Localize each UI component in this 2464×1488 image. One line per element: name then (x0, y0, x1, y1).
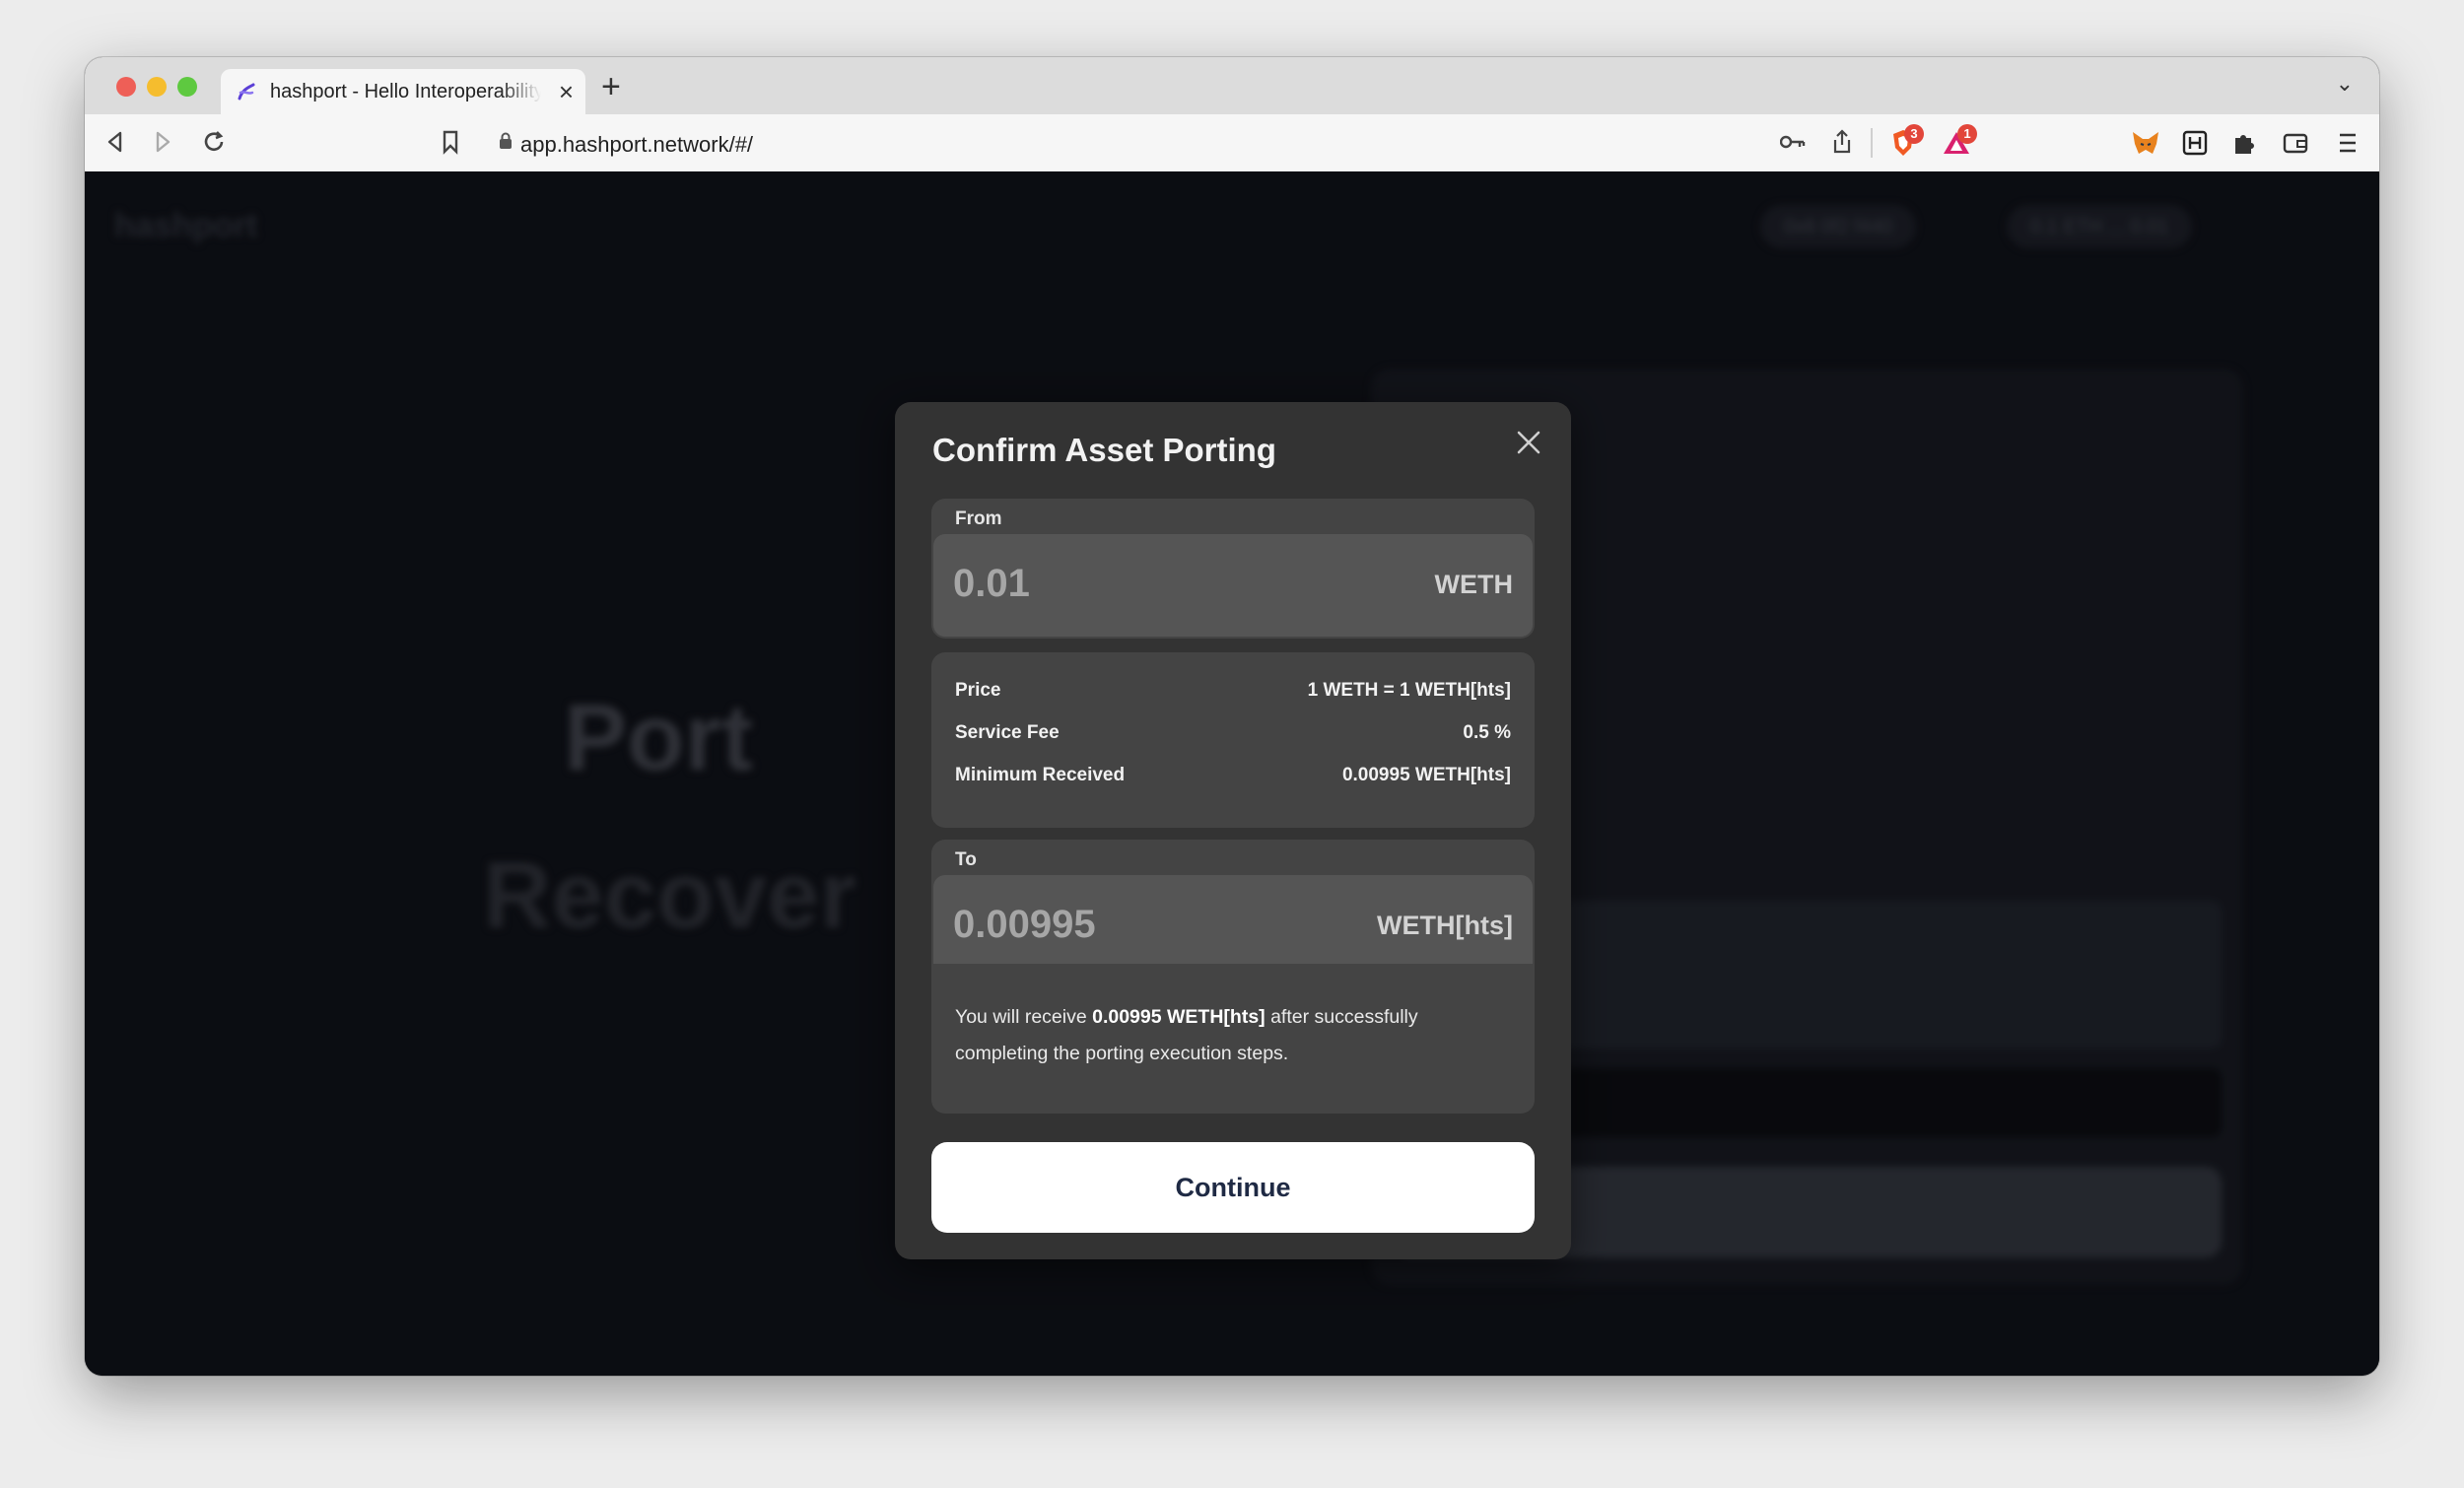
menu-icon[interactable] (2338, 132, 2358, 154)
back-icon[interactable] (104, 130, 126, 154)
service-fee-row: Service Fee 0.5 % (955, 722, 1511, 744)
note-panel: You will receive 0.00995 WETH[hts] after… (931, 964, 1535, 1114)
to-panel: To 0.00995 WETH[hts] (931, 840, 1535, 979)
price-label: Price (955, 680, 1001, 701)
share-icon[interactable] (1831, 128, 1853, 156)
receive-note: You will receive 0.00995 WETH[hts] after… (955, 999, 1507, 1072)
hashpack-icon[interactable] (2182, 130, 2208, 156)
service-fee-label: Service Fee (955, 722, 1060, 743)
close-icon[interactable] (1514, 428, 1543, 457)
confirm-modal: Confirm Asset Porting From 0.01 WETH Pri… (895, 402, 1571, 1259)
bookmark-icon[interactable] (442, 129, 459, 155)
page-content: hashport 0x6 0f2 f440 0.1 ETH ... 0.01 P… (85, 171, 2379, 1376)
reload-icon[interactable] (201, 129, 227, 155)
modal-title: Confirm Asset Porting (932, 432, 1276, 468)
to-amount: 0.00995 (953, 903, 1096, 946)
to-symbol: WETH[hts] (1377, 911, 1513, 940)
to-amount-field: 0.00995 WETH[hts] (933, 875, 1533, 978)
browser-window: hashport - Hello Interoperability × + ⌄ … (85, 57, 2379, 1376)
service-fee-value: 0.5 % (1463, 722, 1511, 743)
forward-icon[interactable] (152, 130, 173, 154)
tab-close-icon[interactable]: × (559, 79, 574, 104)
url-text: app.hashport.network/#/ (520, 132, 754, 157)
close-window-button[interactable] (116, 77, 136, 97)
lock-icon (500, 132, 512, 149)
hashport-favicon-icon (238, 83, 255, 101)
continue-button[interactable]: Continue (931, 1142, 1535, 1233)
browser-toolbar: app.hashport.network/#/ 3 1 (85, 114, 2379, 172)
browser-tab[interactable]: hashport - Hello Interoperability × (221, 69, 585, 114)
metamask-fox-icon[interactable] (2131, 130, 2160, 156)
from-amount: 0.01 (953, 562, 1030, 605)
maximize-window-button[interactable] (177, 77, 197, 97)
minimum-received-value: 0.00995 WETH[hts] (1341, 765, 1511, 785)
rewards-count-badge: 1 (1957, 124, 1977, 144)
minimize-window-button[interactable] (147, 77, 167, 97)
note-prefix: You will receive (955, 1006, 1093, 1028)
minimum-received-row: Minimum Received 0.00995 WETH[hts] (955, 765, 1511, 786)
shields-count-badge: 3 (1904, 124, 1924, 144)
key-icon[interactable] (1780, 134, 1806, 150)
tab-list-chevron-icon[interactable]: ⌄ (2336, 71, 2354, 97)
to-label: To (955, 849, 977, 870)
tab-strip: hashport - Hello Interoperability × + ⌄ (85, 57, 2379, 114)
from-symbol: WETH (1434, 570, 1513, 599)
from-label: From (955, 508, 1002, 529)
price-row: Price 1 WETH = 1 WETH[hts] (955, 680, 1511, 702)
address-bar[interactable]: app.hashport.network/#/ (489, 122, 1987, 164)
from-amount-field: 0.01 WETH (933, 534, 1533, 637)
details-panel: Price 1 WETH = 1 WETH[hts] Service Fee 0… (931, 652, 1535, 828)
tab-title: hashport - Hello Interoperability (270, 81, 541, 102)
note-amount: 0.00995 WETH[hts] (1092, 1006, 1266, 1028)
wallet-icon[interactable] (2283, 132, 2308, 154)
minimum-received-label: Minimum Received (955, 765, 1126, 785)
price-value: 1 WETH = 1 WETH[hts] (1307, 680, 1511, 701)
extensions-puzzle-icon[interactable] (2231, 129, 2257, 157)
new-tab-icon[interactable]: + (601, 67, 621, 106)
from-panel: From 0.01 WETH (931, 499, 1535, 639)
toolbar-divider (1871, 128, 1873, 158)
